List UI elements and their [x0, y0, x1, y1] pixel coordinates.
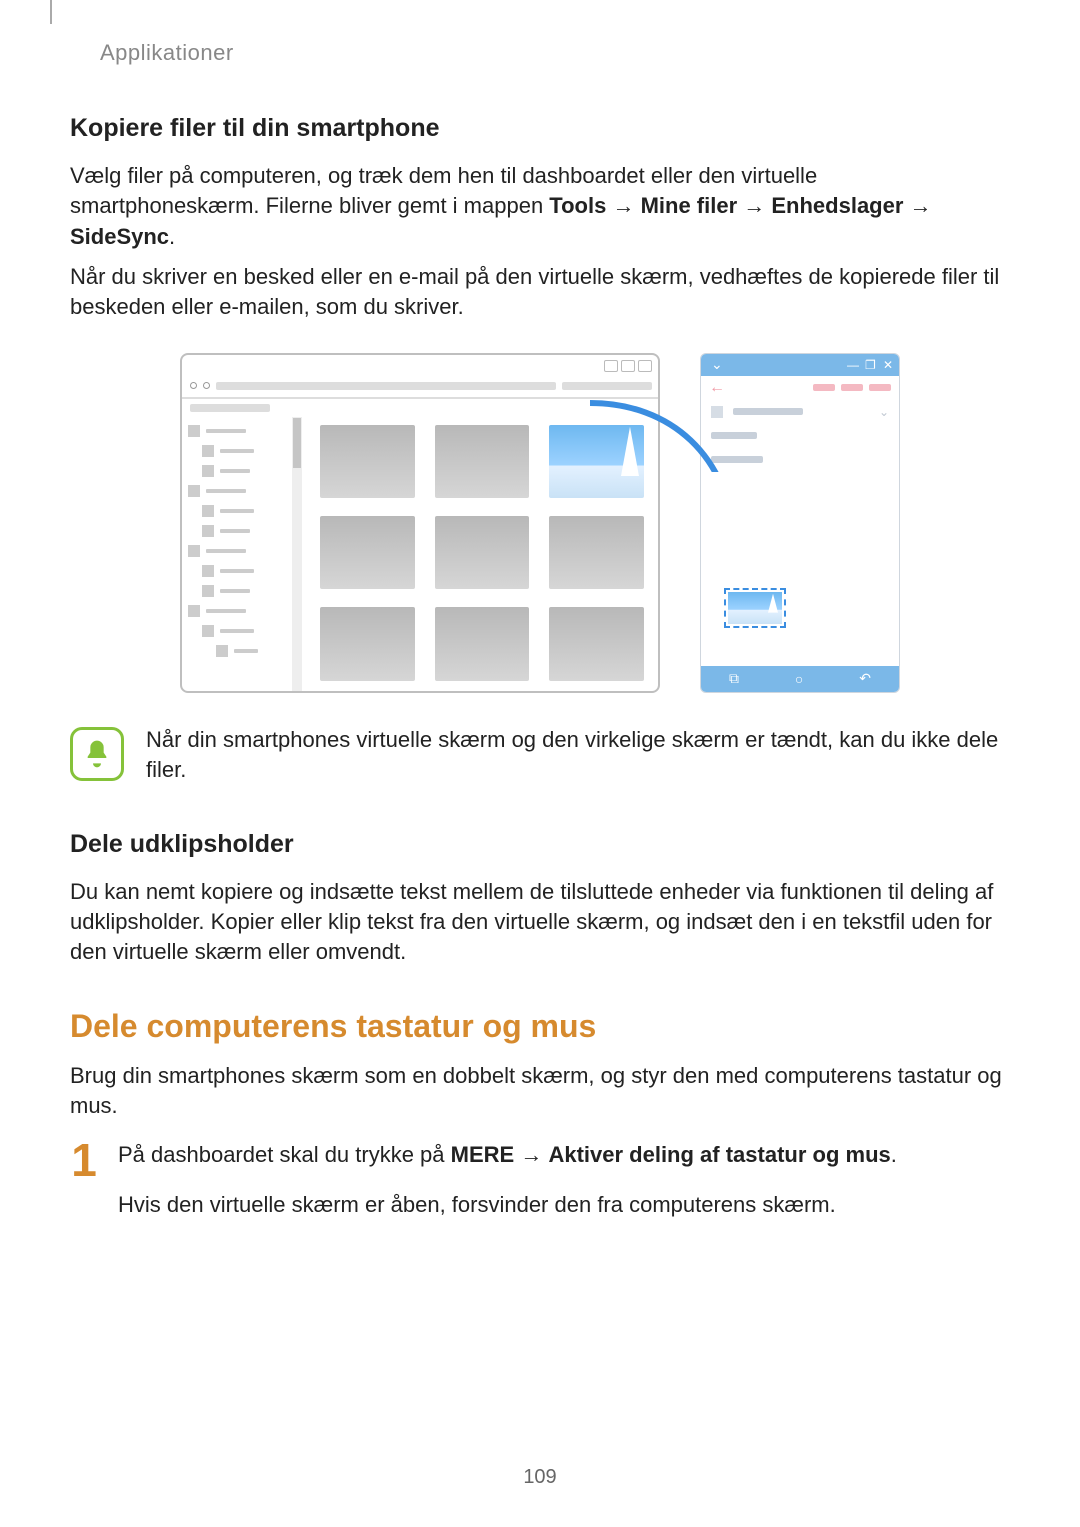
- txt: .: [891, 1142, 897, 1167]
- para-share-kbm: Brug din smartphones skærm som en dobbel…: [70, 1061, 1010, 1122]
- address-field: [216, 382, 556, 390]
- bold-mine-filer: Mine filer: [641, 193, 738, 218]
- phone-actionbar: ←: [701, 376, 899, 400]
- arrow: →: [606, 193, 640, 218]
- phone-close-icon: ✕: [883, 360, 893, 370]
- file-thumb: [320, 425, 415, 498]
- para-copy-1: Vælg filer på computeren, og træk dem he…: [70, 161, 1010, 252]
- heading-copy-files: Kopiere filer til din smartphone: [70, 114, 1010, 143]
- chevron-down-icon: ⌄: [711, 356, 723, 373]
- file-thumb: [435, 425, 530, 498]
- pc-toolbar: [182, 399, 658, 417]
- phone-max-icon: ❐: [865, 360, 875, 370]
- arrow: →: [514, 1142, 548, 1167]
- file-thumb: [320, 607, 415, 680]
- pc-titlebar: [182, 355, 658, 377]
- back-icon: ↶: [859, 670, 871, 687]
- para-clipboard: Du kan nemt kopiere og indsætte tekst me…: [70, 877, 1010, 968]
- pc-address-bar: [182, 377, 658, 397]
- bell-icon: [70, 727, 124, 781]
- page-number: 109: [0, 1466, 1080, 1489]
- search-field: [562, 382, 652, 390]
- bold-tools: Tools: [549, 193, 606, 218]
- note-text: Når din smartphones virtuelle skærm og d…: [146, 725, 1010, 786]
- figure-drag-drop: ⌄ — ❐ ✕ ← ⌄ ⧉ ○ ↶: [70, 353, 1010, 693]
- toolbar-segment: [190, 404, 270, 412]
- recent-apps-icon: ⧉: [729, 670, 739, 687]
- phone-navbar: ⧉ ○ ↶: [701, 666, 899, 692]
- file-thumb: [435, 516, 530, 589]
- arrow: →: [737, 193, 771, 218]
- step-1: 1 På dashboardet skal du trykke på MERE …: [70, 1137, 1010, 1221]
- thumbnail-grid: [302, 417, 658, 691]
- window-minimize-icon: [604, 360, 618, 372]
- bold-mere: MERE: [451, 1142, 515, 1167]
- file-thumb: [320, 516, 415, 589]
- phone-virtual-screen: ⌄ — ❐ ✕ ← ⌄ ⧉ ○ ↶: [700, 353, 900, 693]
- para-copy-2: Når du skriver en besked eller en e-mail…: [70, 262, 1010, 323]
- pc-explorer-window: [180, 353, 660, 693]
- note-callout: Når din smartphones virtuelle skærm og d…: [70, 725, 1010, 786]
- phone-list-row: [701, 448, 899, 472]
- dropped-file-thumb: [724, 588, 786, 628]
- chapter-label: Applikationer: [100, 40, 1010, 66]
- bold-aktiver: Aktiver deling af tastatur og mus: [548, 1142, 890, 1167]
- home-icon: ○: [795, 671, 803, 687]
- file-thumb: [549, 607, 644, 680]
- heading-clipboard: Dele udklipsholder: [70, 830, 1010, 859]
- txt: På dashboardet skal du trykke på: [118, 1142, 451, 1167]
- back-arrow-icon: ←: [709, 379, 725, 397]
- txt: .: [169, 224, 175, 249]
- scrollbar-thumb: [293, 418, 301, 468]
- folder-tree: [182, 417, 292, 691]
- step-number: 1: [70, 1137, 98, 1183]
- step-1-line-1: På dashboardet skal du trykke på MERE → …: [118, 1137, 1010, 1172]
- phone-min-icon: —: [847, 360, 857, 370]
- file-thumb: [549, 516, 644, 589]
- nav-fwd-icon: [203, 382, 210, 389]
- phone-canvas: [701, 472, 899, 666]
- chevron-down-icon: ⌄: [879, 405, 889, 419]
- window-maximize-icon: [621, 360, 635, 372]
- bold-enhedslager: Enhedslager: [771, 193, 903, 218]
- arrow: →: [903, 193, 931, 218]
- nav-back-icon: [190, 382, 197, 389]
- phone-list-row: [701, 424, 899, 448]
- phone-titlebar: ⌄ — ❐ ✕: [701, 354, 899, 376]
- page-corner-mark: [50, 0, 52, 24]
- window-close-icon: [638, 360, 652, 372]
- heading-share-kbm: Dele computerens tastatur og mus: [70, 1008, 1010, 1045]
- phone-list-row: ⌄: [701, 400, 899, 424]
- file-thumb: [435, 607, 530, 680]
- bold-sidesync: SideSync: [70, 224, 169, 249]
- file-thumb-photo: [549, 425, 644, 498]
- pc-body: [182, 417, 658, 691]
- tree-scrollbar: [292, 417, 302, 691]
- step-1-line-2: Hvis den virtuelle skærm er åben, forsvi…: [118, 1187, 1010, 1222]
